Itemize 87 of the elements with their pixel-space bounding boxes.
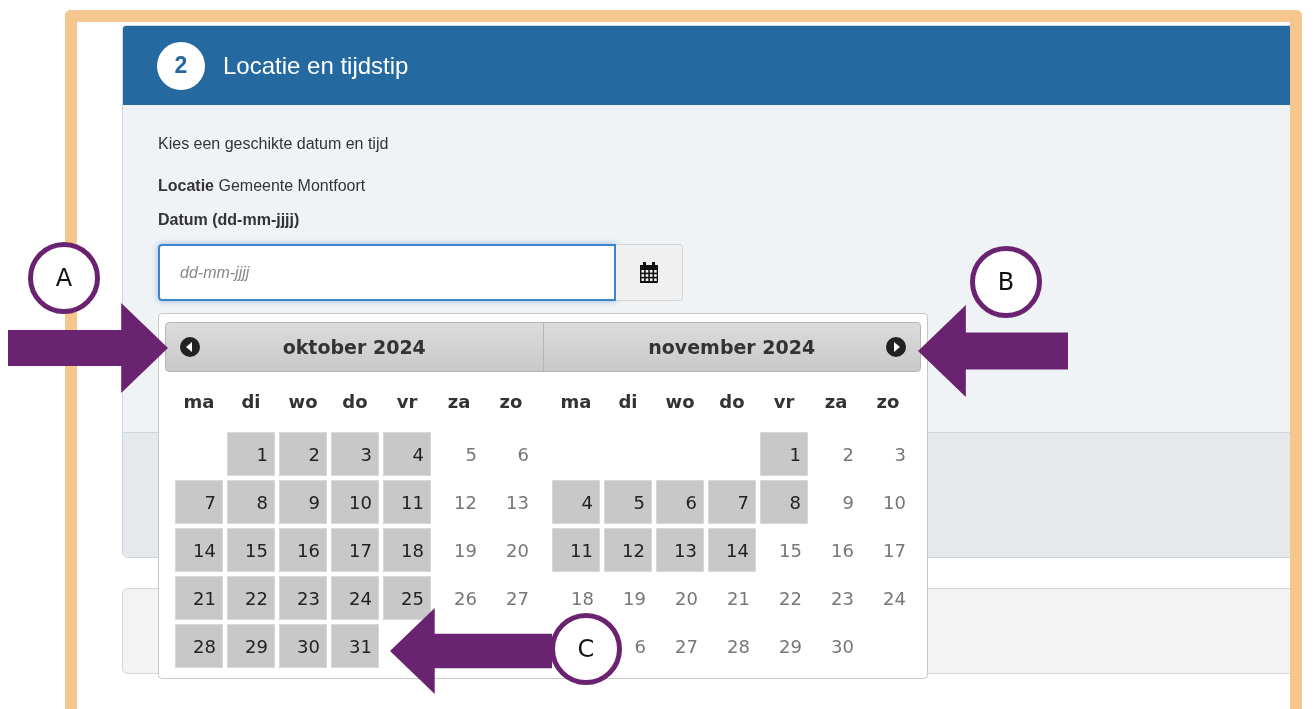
day-cell-text: 3 — [893, 442, 907, 467]
day-cell-text: 16 — [830, 538, 855, 563]
step-title: Locatie en tijdstip — [223, 51, 409, 80]
calendar-button[interactable] — [616, 244, 683, 301]
day-cell-text: 2 — [841, 442, 855, 467]
day-cell[interactable]: 24 — [331, 576, 379, 620]
day-cell[interactable]: 1 — [760, 432, 808, 476]
day-cell[interactable]: 6 — [656, 480, 704, 524]
weekday-label: do — [718, 390, 746, 414]
day-cell-text: 22 — [778, 586, 803, 611]
day-cell[interactable]: 8 — [227, 480, 275, 524]
day-cell-text: 9 — [841, 490, 855, 515]
calendar-icon — [639, 261, 659, 284]
day-cell[interactable]: 22 — [227, 576, 275, 620]
day-cell[interactable]: 5 — [604, 480, 652, 524]
day-cell[interactable]: 28 — [175, 624, 223, 668]
date-input-field[interactable]: dd-mm-jjjj — [158, 244, 616, 301]
weekday-label: vr — [395, 390, 419, 414]
day-cell-text: 30 — [830, 634, 855, 659]
weekday-label: do — [341, 390, 369, 414]
weekday-label: vr — [772, 390, 796, 414]
intro-text: Kies een geschikte datum en tijd — [158, 135, 390, 153]
weekday-label: za — [446, 390, 472, 414]
weekday-label: ma — [559, 390, 593, 414]
day-cell[interactable]: 17 — [331, 528, 379, 572]
day-cell[interactable]: 13 — [656, 528, 704, 572]
day-cell-text: 23 — [830, 586, 855, 611]
day-cell[interactable]: 25 — [383, 576, 431, 620]
day-cell[interactable]: 15 — [227, 528, 275, 572]
day-cell-text: 28 — [726, 634, 751, 659]
day-cell[interactable]: 1 — [227, 432, 275, 476]
weekday-label: zo — [875, 390, 901, 414]
day-cell[interactable]: 31 — [331, 624, 379, 668]
day-cell-text: 19 — [622, 586, 647, 611]
day-cell-text: 27 — [674, 634, 699, 659]
weekday-label: wo — [287, 390, 319, 414]
weekday-label: wo — [664, 390, 696, 414]
location-text: Locatie Gemeente Montfoort — [158, 177, 367, 195]
day-cell-text: 13 — [505, 490, 530, 515]
day-cell-text: 21 — [726, 586, 751, 611]
day-cell-text: 26 — [453, 586, 478, 611]
day-cell-text: 20 — [674, 586, 699, 611]
weekday-label: di — [617, 390, 639, 414]
next-month-icon[interactable] — [886, 337, 906, 357]
day-cell[interactable]: 18 — [383, 528, 431, 572]
day-cell[interactable]: 8 — [760, 480, 808, 524]
step-number: 2 — [157, 41, 205, 90]
day-cell[interactable]: 11 — [552, 528, 600, 572]
day-cell[interactable]: 14 — [175, 528, 223, 572]
day-cell[interactable]: 7 — [708, 480, 756, 524]
day-cell-text: 10 — [882, 490, 907, 515]
day-cell[interactable]: 2 — [279, 432, 327, 476]
day-cell-text: 15 — [778, 538, 803, 563]
day-cell-text: 20 — [505, 538, 530, 563]
day-cell[interactable]: 7 — [175, 480, 223, 524]
month-title: november 2024 — [648, 336, 816, 358]
day-cell[interactable]: 4 — [552, 480, 600, 524]
day-cell-text: 24 — [882, 586, 907, 611]
day-cell[interactable]: 3 — [331, 432, 379, 476]
day-cell[interactable]: 4 — [383, 432, 431, 476]
day-cell[interactable]: 23 — [279, 576, 327, 620]
day-cell-text: 29 — [778, 634, 803, 659]
day-cell-text: 18 — [570, 586, 595, 611]
day-cell[interactable]: 12 — [604, 528, 652, 572]
day-cell-text: 19 — [453, 538, 478, 563]
day-cell[interactable]: 10 — [331, 480, 379, 524]
day-cell[interactable]: 11 — [383, 480, 431, 524]
weekday-label: za — [823, 390, 849, 414]
weekday-label: ma — [182, 390, 216, 414]
date-label: Datum (dd-mm-jjjj) — [158, 211, 301, 229]
day-cell-text: 6 — [516, 442, 530, 467]
annotation-label: A — [28, 242, 100, 314]
day-cell-text: 12 — [453, 490, 478, 515]
day-cell[interactable]: 29 — [227, 624, 275, 668]
weekday-label: di — [240, 390, 262, 414]
day-cell[interactable]: 16 — [279, 528, 327, 572]
day-cell-text: 27 — [505, 586, 530, 611]
day-cell[interactable]: 14 — [708, 528, 756, 572]
day-cell-text: 17 — [882, 538, 907, 563]
day-cell[interactable]: 9 — [279, 480, 327, 524]
weekday-label: zo — [498, 390, 524, 414]
day-cell-text: 6 — [633, 634, 647, 659]
month-title: oktober 2024 — [282, 336, 426, 358]
day-cell-text: 5 — [464, 442, 478, 467]
previous-month-icon[interactable] — [180, 337, 200, 357]
day-cell[interactable]: 21 — [175, 576, 223, 620]
day-cell[interactable]: 30 — [279, 624, 327, 668]
